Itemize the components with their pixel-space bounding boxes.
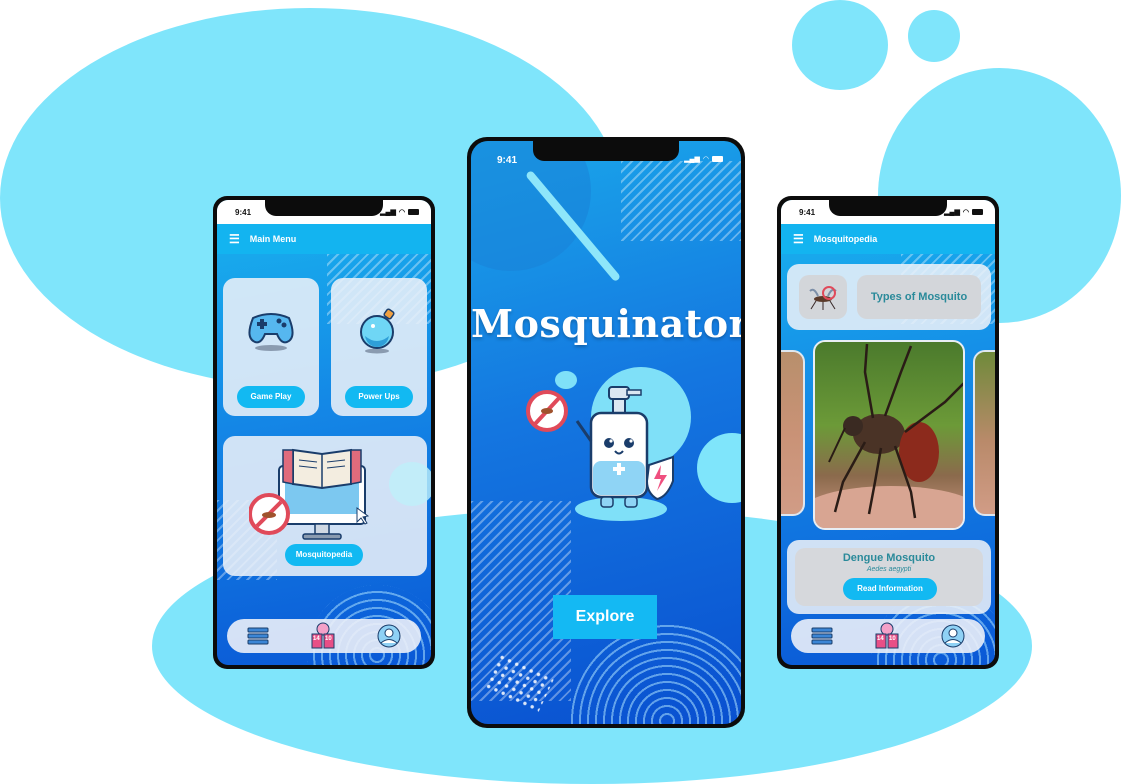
center-phone-screen: 9:41 ▂▄▆ ◠ Mosquinator Explore [471,141,741,724]
status-time: 9:41 [235,207,252,217]
center-phone: 9:41 ▂▄▆ ◠ Mosquinator Explore [467,137,745,728]
category-label: Types of Mosquito [870,291,968,303]
phone-notch [829,200,947,216]
app-title: Mosquinator [471,301,741,346]
header-bar: ☰ Mosquitopedia [781,224,995,254]
left-phone: 9:41 ▂▄▆ ◠ ☰ Main Menu Game Play Power U… [213,196,435,669]
bottom-nav: 14 10 [791,619,985,653]
right-phone-screen: 9:41 ▂▄▆ ◠ ☰ Mosquitopedia Types of Mosq… [781,200,995,665]
mosquito-photo[interactable] [813,340,965,530]
power-ups-button[interactable]: Power Ups [345,386,413,408]
status-time: 9:41 [497,155,518,166]
category-card: Types of Mosquito [787,264,991,330]
leaderboard-number-right: 10 [324,636,332,642]
battery-icon [712,156,723,162]
game-play-card[interactable]: Game Play [223,278,319,416]
carousel-next-image[interactable] [973,350,995,516]
phone-notch [265,200,383,216]
profile-icon[interactable] [377,624,401,648]
profile-icon[interactable] [941,624,965,648]
mosquitopedia-card[interactable]: Mosquitopedia [223,436,427,576]
explore-button[interactable]: Explore [553,595,657,639]
status-time: 9:41 [799,207,816,217]
status-icons: ▂▄▆ ◠ [684,155,723,163]
mosquito-info-card: Dengue Mosquito Aedes aegypti Read Infor… [787,540,991,614]
potion-icon [360,308,395,354]
mosquito-scientific-name: Aedes aegypti [866,566,912,573]
wifi-icon: ◠ [702,156,709,163]
power-ups-card[interactable]: Power Ups [331,278,427,416]
status-icons: ▂▄▆ ◠ [944,208,983,216]
leaderboard-icon[interactable]: 14 10 [310,622,336,650]
left-phone-screen: 9:41 ▂▄▆ ◠ ☰ Main Menu Game Play Power U… [217,200,431,665]
mosquito-name: Dengue Mosquito [842,552,936,564]
game-play-button[interactable]: Game Play [237,386,305,408]
spray-bottle-mascot-icon [526,386,674,521]
phone-notch [533,141,679,161]
header-title: Mosquitopedia [813,234,878,244]
header-title: Main Menu [249,234,297,244]
list-icon[interactable] [247,627,269,645]
battery-icon [408,209,419,215]
signal-icon: ▂▄▆ [944,209,960,216]
signal-icon: ▂▄▆ [684,156,700,163]
wifi-icon: ◠ [398,209,405,216]
stripe-decoration [621,161,741,241]
list-icon[interactable] [811,627,833,645]
circle-decoration [389,462,431,506]
signal-icon: ▂▄▆ [380,209,396,216]
mosquitopedia-button[interactable]: Mosquitopedia [285,544,363,566]
leaderboard-number-right: 10 [888,636,896,642]
battery-icon [972,209,983,215]
circle-decoration [697,433,741,503]
leaderboard-number-left: 14 [876,636,884,642]
background-dot-large [792,0,888,90]
read-information-button[interactable]: Read Information [843,578,937,600]
bottom-nav: 14 10 [227,619,421,653]
status-icons: ▂▄▆ ◠ [380,208,419,216]
hamburger-menu-icon[interactable]: ☰ [229,232,240,246]
gamepad-icon [248,313,294,351]
right-phone: 9:41 ▂▄▆ ◠ ☰ Mosquitopedia Types of Mosq… [777,196,999,669]
mosquito-ban-icon [809,286,837,310]
leaderboard-number-left: 14 [312,636,320,642]
header-bar: ☰ Main Menu [217,224,431,254]
leaderboard-icon[interactable]: 14 10 [874,622,900,650]
computer-book-icon [249,448,369,540]
carousel-prev-image[interactable] [781,350,805,516]
mosquito-image [815,343,963,528]
wifi-icon: ◠ [962,209,969,216]
category-label-box[interactable]: Types of Mosquito [857,275,981,319]
hamburger-menu-icon[interactable]: ☰ [793,232,804,246]
mosquito-thumbnail[interactable] [799,275,847,319]
background-dot-small [908,10,960,62]
